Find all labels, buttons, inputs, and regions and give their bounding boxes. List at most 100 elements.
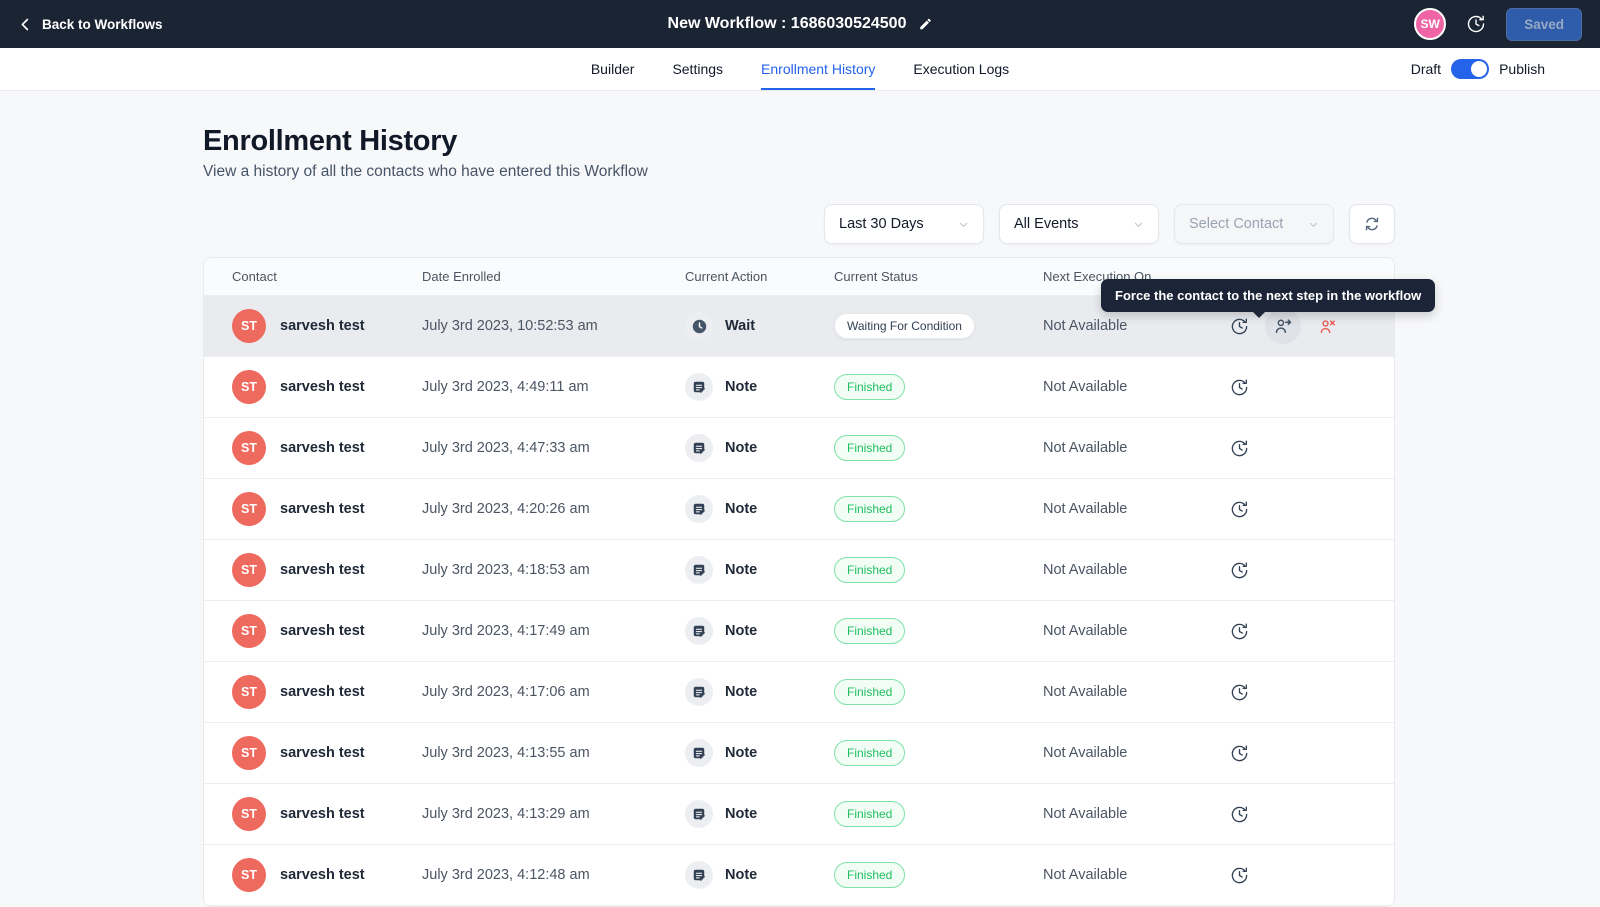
history-action-button[interactable] — [1221, 857, 1257, 893]
contact-cell[interactable]: ST sarvesh test — [232, 553, 422, 587]
contact-cell[interactable]: ST sarvesh test — [232, 431, 422, 465]
current-action-label: Note — [725, 440, 758, 456]
contact-cell[interactable]: ST sarvesh test — [232, 492, 422, 526]
clock-history-icon — [1231, 379, 1247, 395]
current-action-cell: Note — [685, 861, 834, 889]
note-icon — [685, 861, 713, 889]
current-status-cell: Finished — [834, 495, 1043, 523]
clock-history-icon — [1231, 745, 1247, 761]
history-action-button[interactable] — [1221, 613, 1257, 649]
current-action-cell: Note — [685, 556, 834, 584]
refresh-button[interactable] — [1349, 204, 1395, 244]
current-action-label: Note — [725, 562, 758, 578]
history-action-button[interactable] — [1221, 796, 1257, 832]
current-status-cell: Finished — [834, 739, 1043, 767]
tabbar: Builder Settings Enrollment History Exec… — [0, 48, 1600, 91]
history-action-button[interactable] — [1221, 552, 1257, 588]
contact-cell[interactable]: ST sarvesh test — [232, 614, 422, 648]
table-row: ST sarvesh test July 3rd 2023, 4:13:55 a… — [204, 723, 1394, 784]
row-actions — [1221, 369, 1394, 405]
tab-settings[interactable]: Settings — [672, 48, 723, 90]
chevron-down-icon — [1134, 222, 1143, 227]
remove-from-workflow-button[interactable] — [1309, 308, 1345, 344]
next-execution-cell: Not Available — [1043, 806, 1128, 822]
contact-cell[interactable]: ST sarvesh test — [232, 858, 422, 892]
tab-enrollment-history[interactable]: Enrollment History — [761, 48, 876, 90]
history-action-button[interactable] — [1221, 735, 1257, 771]
saved-button[interactable]: Saved — [1506, 7, 1582, 41]
row-actions — [1221, 735, 1394, 771]
clock-history-icon — [1231, 440, 1247, 456]
current-action-cell: Note — [685, 495, 834, 523]
date-range-value: Last 30 Days — [839, 216, 924, 232]
table-row: ST sarvesh test July 3rd 2023, 4:12:48 a… — [204, 845, 1394, 906]
enrollment-history-page: Enrollment History View a history of all… — [0, 91, 1395, 907]
history-action-button[interactable] — [1221, 674, 1257, 710]
date-enrolled-cell: July 3rd 2023, 4:13:55 am — [422, 745, 590, 761]
topbar-right: SW Saved — [1414, 7, 1582, 41]
draft-label: Draft — [1410, 61, 1442, 77]
chevron-down-icon — [1309, 222, 1318, 227]
contact-name: sarvesh test — [280, 440, 365, 456]
contact-select[interactable]: Select Contact — [1174, 204, 1334, 244]
person-arrow-icon — [1275, 319, 1292, 333]
tab-builder[interactable]: Builder — [591, 48, 635, 90]
header-contact: Contact — [232, 269, 277, 284]
table-row: ST sarvesh test July 3rd 2023, 4:17:06 a… — [204, 662, 1394, 723]
force-next-step-tooltip: Force the contact to the next step in th… — [1101, 279, 1436, 318]
row-actions — [1221, 674, 1394, 710]
history-action-button[interactable] — [1221, 369, 1257, 405]
version-history-button[interactable] — [1466, 14, 1486, 34]
date-enrolled-cell: July 3rd 2023, 4:47:33 am — [422, 440, 590, 456]
edit-title-button[interactable] — [918, 17, 932, 31]
date-enrolled-cell: July 3rd 2023, 4:20:26 am — [422, 501, 590, 517]
tab-execution-logs[interactable]: Execution Logs — [913, 48, 1009, 90]
status-badge: Finished — [834, 861, 906, 889]
clock-history-icon — [1468, 15, 1485, 33]
contact-avatar: ST — [232, 736, 266, 770]
next-execution-cell: Not Available — [1043, 684, 1128, 700]
contact-cell[interactable]: ST sarvesh test — [232, 797, 422, 831]
date-enrolled-cell: July 3rd 2023, 4:18:53 am — [422, 562, 590, 578]
note-icon — [685, 800, 713, 828]
history-action-button[interactable] — [1221, 430, 1257, 466]
status-badge: Finished — [834, 556, 906, 584]
header-date-enrolled: Date Enrolled — [422, 269, 501, 284]
user-avatar[interactable]: SW — [1414, 8, 1447, 40]
skip-to-next-step-button[interactable] — [1265, 308, 1301, 344]
table-row: ST sarvesh test July 3rd 2023, 4:17:49 a… — [204, 601, 1394, 662]
contact-select-placeholder: Select Contact — [1189, 216, 1284, 232]
contact-avatar: ST — [232, 309, 266, 343]
contact-name: sarvesh test — [280, 501, 365, 517]
back-to-workflows-label: Back to Workflows — [42, 16, 163, 32]
page-title: Enrollment History — [203, 125, 458, 157]
status-badge: Finished — [834, 617, 906, 645]
row-actions — [1221, 491, 1394, 527]
events-select[interactable]: All Events — [999, 204, 1159, 244]
history-action-button[interactable] — [1221, 491, 1257, 527]
clock-history-icon — [1231, 562, 1247, 578]
status-badge: Finished — [834, 373, 906, 401]
date-range-select[interactable]: Last 30 Days — [824, 204, 984, 244]
contact-cell[interactable]: ST sarvesh test — [232, 675, 422, 709]
contact-cell[interactable]: ST sarvesh test — [232, 309, 422, 343]
clock-history-icon — [1231, 806, 1247, 822]
contact-cell[interactable]: ST sarvesh test — [232, 736, 422, 770]
table-row: ST sarvesh test July 3rd 2023, 4:13:29 a… — [204, 784, 1394, 845]
publish-toggle-group: Draft Publish — [1411, 48, 1545, 90]
date-enrolled-cell: July 3rd 2023, 4:49:11 am — [422, 379, 589, 395]
next-execution-cell: Not Available — [1043, 562, 1128, 578]
publish-toggle[interactable] — [1451, 59, 1490, 79]
header-current-action: Current Action — [685, 269, 768, 284]
next-execution-cell: Not Available — [1043, 379, 1128, 395]
current-action-cell: Note — [685, 739, 834, 767]
date-enrolled-cell: July 3rd 2023, 4:17:06 am — [422, 684, 590, 700]
status-badge: Finished — [834, 434, 906, 462]
table-row: ST sarvesh test July 3rd 2023, 4:49:11 a… — [204, 357, 1394, 418]
note-icon — [685, 617, 713, 645]
contact-avatar: ST — [232, 797, 266, 831]
table-row: ST sarvesh test July 3rd 2023, 4:47:33 a… — [204, 418, 1394, 479]
clock-history-icon — [1231, 318, 1247, 334]
back-to-workflows-button[interactable]: Back to Workflows — [18, 17, 163, 32]
contact-cell[interactable]: ST sarvesh test — [232, 370, 422, 404]
